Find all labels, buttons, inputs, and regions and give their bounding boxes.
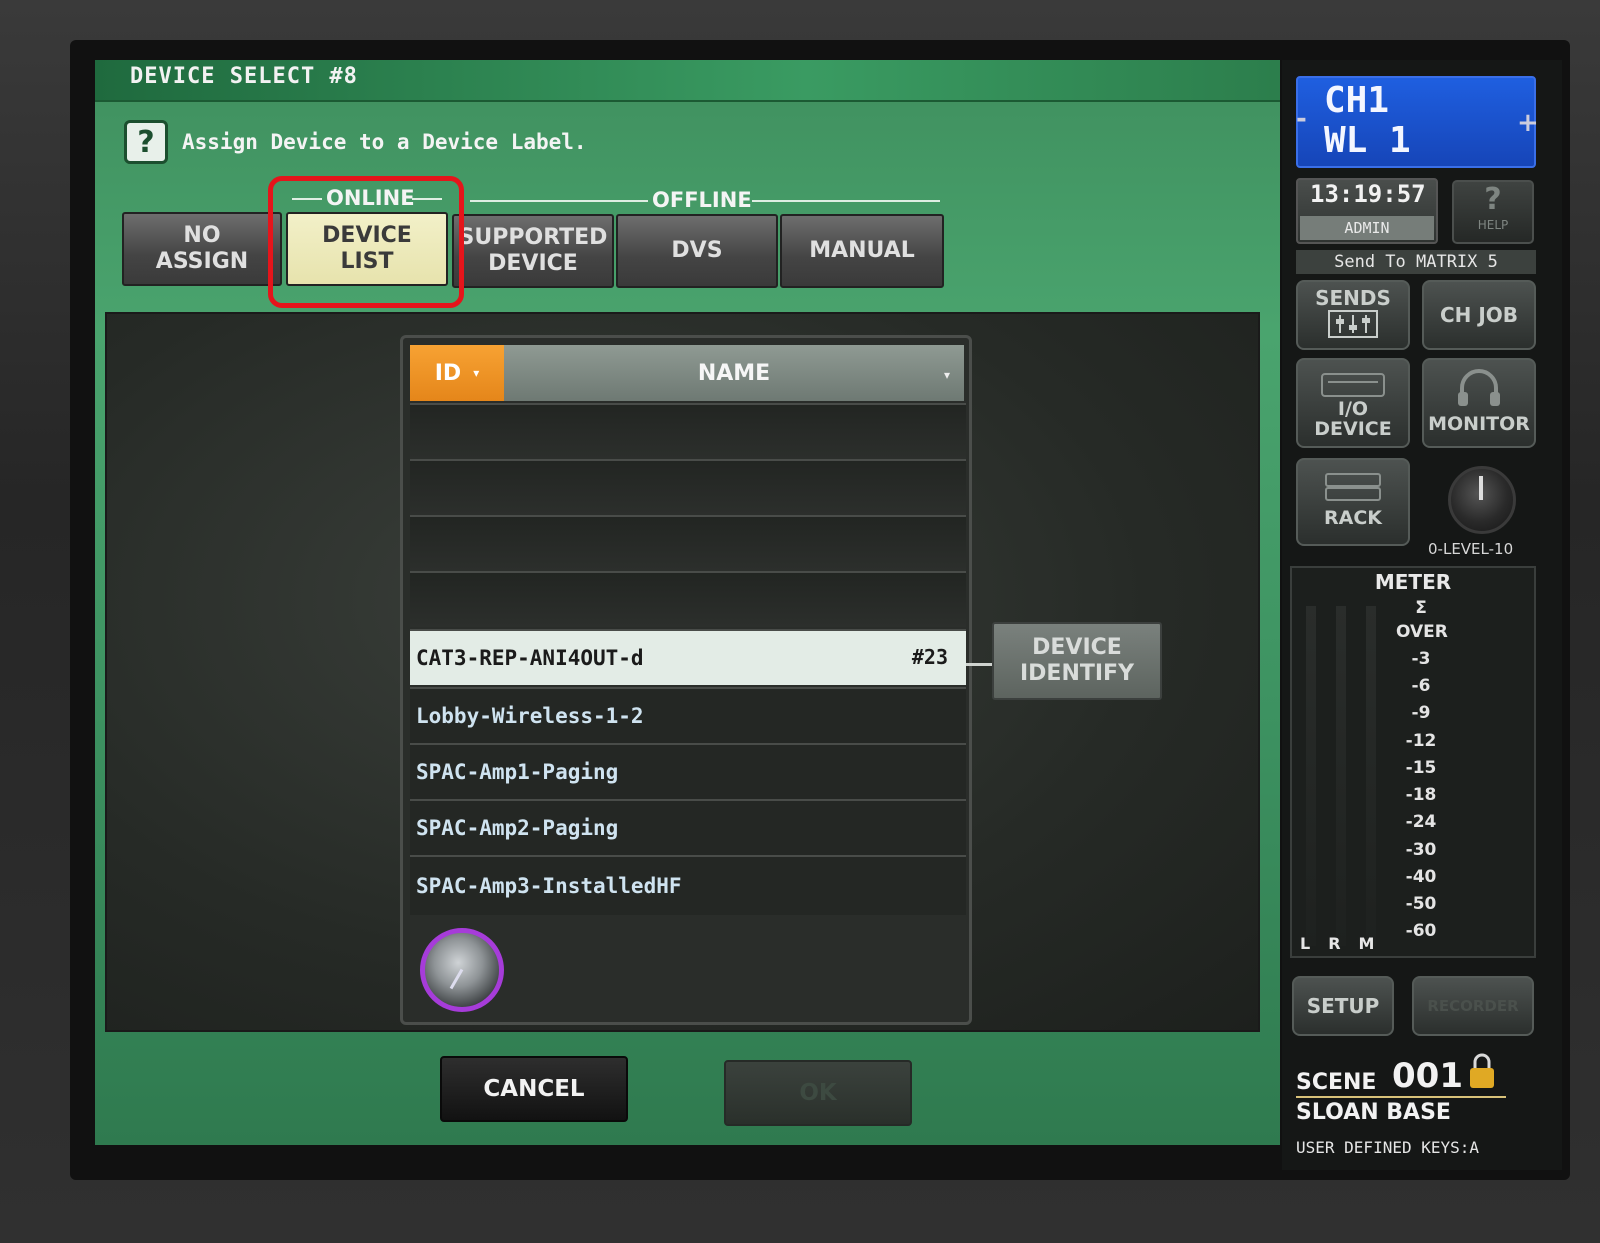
device-name: CAT3-REP-ANI4OUT-d [416,646,644,670]
io-device-button[interactable]: I/O DEVICE [1296,358,1410,448]
identify-connector [966,663,992,666]
list-row-selected[interactable]: CAT3-REP-ANI4OUT-d #23 [410,629,966,685]
sends-button[interactable]: SENDS [1296,280,1410,350]
ok-button[interactable]: OK [724,1060,912,1126]
clock-time: 13:19:57 [1310,180,1426,208]
meter-bar-m [1366,606,1376,946]
meter-scale-label: -18 [1405,785,1437,805]
meter-scale-label: -60 [1405,921,1437,941]
help-icon: ? [1484,182,1502,217]
meter-scale-label: OVER [1396,622,1448,642]
device-identify-button[interactable]: DEVICE IDENTIFY [992,622,1162,700]
recorder-button[interactable]: RECORDER [1412,976,1534,1036]
offline-group-label: OFFLINE [652,188,752,212]
scene-label: SCENE [1296,1070,1377,1095]
list-row[interactable]: Lobby-Wireless-1-2 [410,687,966,743]
help-button[interactable]: ? HELP [1452,180,1534,244]
meter-scale-label: -30 [1405,840,1437,860]
question-icon[interactable]: ? [124,120,168,164]
instruction-text: Assign Device to a Device Label. [182,130,587,154]
device-id: #23 [911,645,948,669]
knob-indicator [1479,476,1483,500]
tab-manual[interactable]: MANUAL [780,214,944,288]
meter-scale-label: -6 [1411,676,1431,696]
sends-label: SENDS [1315,286,1391,310]
lock-icon [1470,1053,1494,1088]
send-to-status: Send To MATRIX 5 [1296,250,1536,274]
list-row[interactable]: SPAC-Amp3-InstalledHF [410,855,966,915]
channel-next-button[interactable]: + [1517,108,1539,138]
tab-dvs[interactable]: DVS [616,214,778,288]
monitor-button[interactable]: MONITOR [1422,358,1536,448]
user-defined-keys: USER DEFINED KEYS:A [1296,1138,1480,1157]
meter-channel-labels: LRM [1300,934,1393,953]
offline-group-line-right [752,200,940,202]
fader-icon [1328,310,1378,338]
ch-job-button[interactable]: CH JOB [1422,280,1536,350]
list-row-empty [410,571,966,627]
list-row-empty [410,515,966,571]
io-device-icon [1321,373,1385,397]
monitor-label: MONITOR [1428,413,1530,435]
cancel-button[interactable]: CANCEL [440,1056,628,1122]
meter-scale-label: -24 [1405,812,1437,832]
device-name: SPAC-Amp2-Paging [416,816,619,840]
tab-no-assign[interactable]: NO ASSIGN [122,212,282,286]
channel-number: CH1 [1324,80,1390,121]
meter-bar-r [1336,606,1346,946]
column-header-id[interactable]: ID ▾ [410,345,504,401]
meter-scale-label: -9 [1411,703,1431,723]
list-row-empty [410,459,966,515]
user-badge[interactable]: ADMIN [1300,216,1434,240]
rack-icon [1325,473,1381,501]
offline-group-line-left [470,200,648,202]
meter-title: METER [1374,570,1452,594]
dialog-title: DEVICE SELECT #8 [130,64,358,89]
meter-scale-label: -12 [1405,731,1437,751]
list-row[interactable]: SPAC-Amp2-Paging [410,799,966,855]
tab-supported-device[interactable]: SUPPORTED DEVICE [452,214,614,288]
column-header-name[interactable]: NAME [504,345,964,401]
channel-name: WL 1 [1324,120,1411,161]
io-device-label: I/O DEVICE [1314,398,1392,440]
meter-scale-label: -15 [1405,758,1437,778]
meter-scale-label: -40 [1405,867,1437,887]
meter-scale-label: -50 [1405,894,1437,914]
rack-label: RACK [1323,507,1382,529]
meter-bar-l [1306,606,1316,946]
meter-scale-label: -3 [1411,649,1431,669]
channel-prev-button[interactable]: - [1296,104,1307,134]
scene-underline [1296,1096,1506,1098]
device-name: Lobby-Wireless-1-2 [416,704,644,728]
list-row-empty [410,403,966,459]
setup-button[interactable]: SETUP [1292,976,1394,1036]
sort-arrow-icon: ▾ [944,368,951,382]
sort-arrow-icon: ▾ [473,366,480,380]
list-row[interactable]: SPAC-Amp1-Paging [410,743,966,799]
help-label: HELP [1477,218,1509,232]
device-name: SPAC-Amp3-InstalledHF [416,874,682,898]
scene-name: SLOAN BASE [1296,1100,1451,1125]
device-name: SPAC-Amp1-Paging [416,760,619,784]
meter-scale-label: Σ [1415,598,1427,618]
scene-number[interactable]: 001 [1392,1056,1463,1096]
device-list-highlight-box [268,176,464,308]
rack-button[interactable]: RACK [1296,458,1410,546]
headphones-icon [1458,369,1500,406]
level-label: 0-LEVEL-10 [1428,540,1514,558]
